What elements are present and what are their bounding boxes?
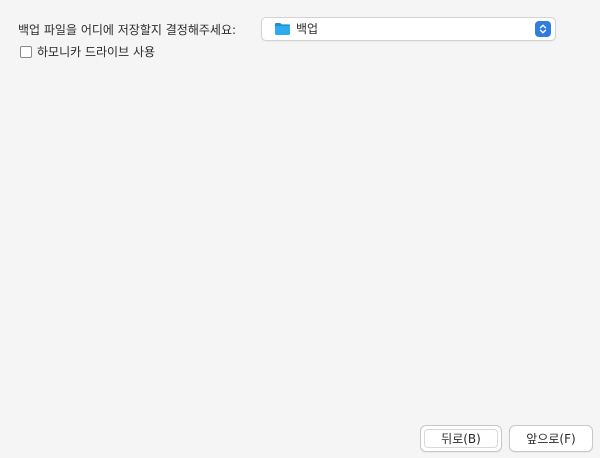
harmonica-drive-checkbox[interactable] (20, 46, 32, 58)
harmonica-drive-label[interactable]: 하모니카 드라이브 사용 (37, 44, 155, 60)
chevron-up-down-icon[interactable] (535, 21, 551, 37)
folder-select[interactable]: 백업 (261, 17, 556, 41)
location-label: 백업 파일을 어디에 저장할지 결정해주세요: (18, 23, 237, 37)
selected-folder-name: 백업 (296, 22, 319, 36)
next-button[interactable]: 앞으로(F) (509, 425, 593, 452)
back-button-label: 뒤로(B) (441, 432, 481, 446)
backup-location-page: 백업 파일을 어디에 저장할지 결정해주세요: 백업 하모니카 드라이브 사용 … (0, 0, 600, 458)
next-button-label: 앞으로(F) (526, 432, 576, 446)
folder-icon (274, 22, 291, 36)
harmonica-drive-option[interactable]: 하모니카 드라이브 사용 (20, 43, 155, 61)
location-row: 백업 파일을 어디에 저장할지 결정해주세요: (18, 18, 236, 42)
back-button[interactable]: 뒤로(B) (420, 425, 502, 452)
